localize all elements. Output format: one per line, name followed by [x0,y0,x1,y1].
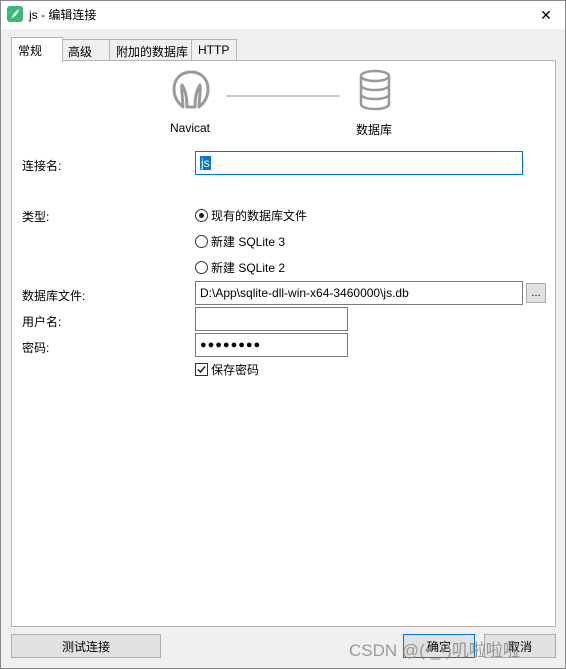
button-label: 确定 [426,639,451,654]
connection-name-value: js [200,156,211,170]
password-input[interactable]: ●●●●●●●● [195,333,348,357]
save-password-label: 保存密码 [211,363,260,377]
tab-label: 附加的数据库 [116,45,189,59]
ok-button[interactable]: 确定 [403,634,475,658]
password-label: 密码: [22,341,50,355]
username-input[interactable] [195,307,348,331]
cancel-button[interactable]: 取消 [484,634,556,658]
tab-attached-databases[interactable]: 附加的数据库 [109,39,193,61]
radio-indicator [195,261,208,274]
connection-graphic: Navicat 数据库 [12,61,557,151]
radio-indicator [195,235,208,248]
window-title: js - 编辑连接 [29,8,97,22]
connection-line [226,95,340,97]
browse-label: ... [531,286,541,299]
database-file-value: D:\App\sqlite-dll-win-x64-3460000\js.db [200,286,409,300]
database-file-label: 数据库文件: [22,289,86,303]
test-connection-button[interactable]: 测试连接 [11,634,161,658]
tab-advanced[interactable]: 高级 [61,39,111,61]
checkbox-indicator [195,363,208,376]
connection-name-label: 连接名: [22,159,62,173]
connection-name-input[interactable]: js [195,151,523,175]
navicat-feather-icon [7,6,23,22]
tab-http[interactable]: HTTP [191,39,237,61]
close-button[interactable]: ✕ [531,3,561,27]
title-bar: js - 编辑连接 ✕ [1,1,565,29]
type-label: 类型: [22,210,50,224]
database-icon [357,69,393,114]
browse-file-button[interactable]: ... [526,283,546,303]
database-file-input[interactable]: D:\App\sqlite-dll-win-x64-3460000\js.db [195,281,523,305]
save-password-checkbox[interactable]: 保存密码 [195,361,259,378]
tab-label: 高级 [68,45,93,59]
radio-label: 新建 SQLite 2 [211,261,286,275]
button-label: 测试连接 [61,639,110,654]
radio-indicator [195,209,208,222]
navicat-label: Navicat [170,121,211,135]
radio-label: 新建 SQLite 3 [211,235,286,249]
tab-label: 常规 [18,44,43,58]
close-icon: ✕ [540,6,552,23]
radio-existing-db-file[interactable]: 现有的数据库文件 [195,207,307,224]
radio-new-sqlite2[interactable]: 新建 SQLite 2 [195,259,285,276]
general-panel: Navicat 数据库 连接名: js 类型: 现有的数据库文件 新建 SQLi… [11,60,556,627]
username-label: 用户名: [22,315,62,329]
radio-label: 现有的数据库文件 [211,209,308,223]
tab-general[interactable]: 常规 [11,37,63,62]
navicat-logo-icon [169,69,213,116]
button-label: 取消 [507,639,532,654]
tab-label: HTTP [198,43,230,57]
radio-new-sqlite3[interactable]: 新建 SQLite 3 [195,233,285,250]
database-label: 数据库 [356,123,393,137]
password-value: ●●●●●●●● [200,339,262,351]
edit-connection-window: js - 编辑连接 ✕ 常规 高级 附加的数据库 HTTP Navicat 数据… [0,0,566,669]
checkmark-icon [197,366,206,374]
